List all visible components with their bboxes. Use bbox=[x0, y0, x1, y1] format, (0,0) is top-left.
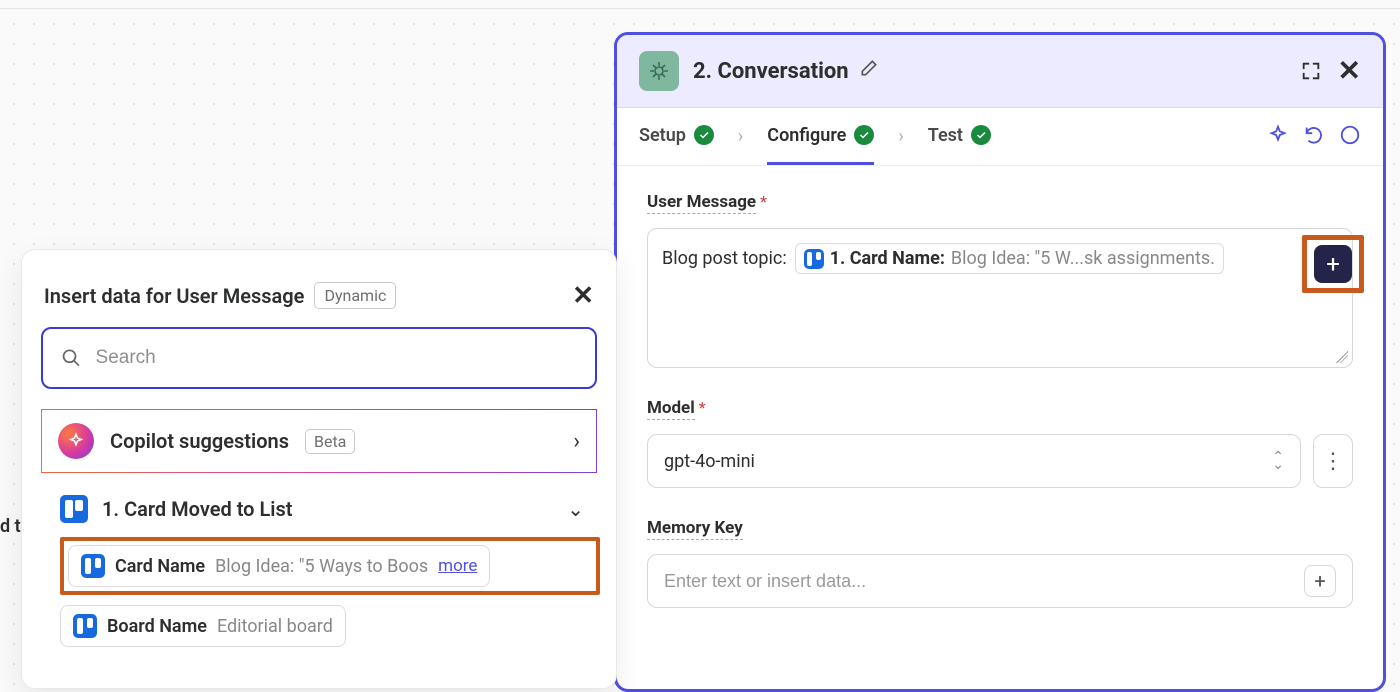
ai-sparkle-icon[interactable] bbox=[1267, 124, 1289, 150]
user-message-label: User Message bbox=[647, 192, 756, 214]
chevron-right-icon: › bbox=[573, 429, 580, 454]
dynamic-badge[interactable]: Dynamic bbox=[314, 282, 396, 309]
field-name: Board Name bbox=[107, 616, 207, 637]
rename-icon[interactable] bbox=[859, 58, 879, 84]
resize-handle[interactable] bbox=[1336, 351, 1348, 363]
config-title: 2. Conversation bbox=[693, 59, 849, 84]
search-input[interactable] bbox=[96, 347, 577, 369]
close-icon[interactable]: ✕ bbox=[1338, 62, 1361, 80]
field-chip-board-name[interactable]: Board Name Editorial board bbox=[60, 605, 346, 647]
trello-icon bbox=[60, 495, 88, 523]
copilot-sparkle-icon bbox=[58, 423, 94, 459]
chevron-down-icon: ⌄ bbox=[567, 497, 584, 521]
tab-test[interactable]: Test bbox=[928, 108, 991, 165]
chevron-right-icon: › bbox=[738, 126, 743, 147]
model-group: Model* gpt-4o-mini ⌃⌄ ⋮ bbox=[647, 398, 1353, 488]
config-tabs: Setup › Configure › Test bbox=[617, 108, 1383, 166]
field-name: Card Name bbox=[115, 556, 205, 577]
required-asterisk: * bbox=[760, 192, 767, 211]
insert-data-button[interactable]: + bbox=[1314, 245, 1352, 283]
copilot-suggestions-row[interactable]: Copilot suggestions Beta › bbox=[41, 409, 597, 473]
highlight-annotation: + bbox=[1302, 235, 1364, 293]
chevron-right-icon: › bbox=[898, 126, 903, 147]
truncated-canvas-text: d t bbox=[0, 516, 21, 537]
inserted-field-token[interactable]: 1. Card Name: Blog Idea: "5 W...sk assig… bbox=[795, 243, 1224, 274]
tab-setup[interactable]: Setup bbox=[639, 108, 714, 165]
memory-key-label: Memory Key bbox=[647, 518, 743, 540]
memory-key-group: Memory Key + bbox=[647, 518, 1353, 608]
insert-panel-title: Insert data for User Message bbox=[44, 284, 304, 308]
check-icon bbox=[694, 125, 714, 145]
user-message-input[interactable]: Blog post topic: 1. Card Name: Blog Idea… bbox=[647, 228, 1353, 368]
search-field-container[interactable] bbox=[41, 327, 597, 389]
step-config-panel: 2. Conversation ✕ Setup › Configure › Te… bbox=[614, 32, 1386, 692]
trello-icon bbox=[81, 554, 105, 578]
close-icon[interactable]: ✕ bbox=[572, 283, 594, 309]
insert-data-panel: Insert data for User Message Dynamic ✕ C… bbox=[21, 249, 617, 689]
model-options-button[interactable]: ⋮ bbox=[1313, 434, 1353, 488]
check-icon bbox=[971, 125, 991, 145]
user-message-group: User Message* Blog post topic: 1. Card N… bbox=[647, 192, 1353, 368]
model-select[interactable]: gpt-4o-mini ⌃⌄ bbox=[647, 434, 1301, 488]
trello-icon bbox=[804, 249, 824, 269]
tab-configure-label: Configure bbox=[767, 125, 846, 146]
copilot-label: Copilot suggestions bbox=[110, 429, 289, 453]
field-chip-card-name[interactable]: Card Name Blog Idea: "5 Ways to Boos mor… bbox=[68, 545, 490, 587]
data-source-row[interactable]: 1. Card Moved to List ⌄ bbox=[38, 487, 600, 537]
beta-badge: Beta bbox=[305, 429, 355, 454]
highlight-annotation: Card Name Blog Idea: "5 Ways to Boos mor… bbox=[60, 537, 600, 595]
config-header: 2. Conversation ✕ bbox=[617, 35, 1383, 108]
tab-test-label: Test bbox=[928, 125, 963, 146]
model-value: gpt-4o-mini bbox=[664, 451, 755, 472]
tab-configure[interactable]: Configure bbox=[767, 108, 874, 165]
check-icon bbox=[854, 125, 874, 145]
expand-icon[interactable] bbox=[1300, 60, 1322, 82]
circle-icon[interactable] bbox=[1339, 124, 1361, 150]
token-label: 1. Card Name: bbox=[830, 248, 945, 269]
required-asterisk: * bbox=[699, 398, 706, 417]
model-label: Model bbox=[647, 398, 695, 420]
memory-key-input[interactable] bbox=[664, 571, 1269, 592]
updown-icon: ⌃⌄ bbox=[1272, 453, 1284, 469]
field-value: Blog Idea: "5 Ways to Boos bbox=[215, 556, 428, 577]
insert-data-button[interactable]: + bbox=[1304, 565, 1336, 597]
field-value: Editorial board bbox=[217, 616, 333, 637]
user-message-prefix: Blog post topic: bbox=[662, 248, 787, 269]
token-value: Blog Idea: "5 W...sk assignments. bbox=[951, 248, 1215, 269]
tab-setup-label: Setup bbox=[639, 125, 686, 146]
data-source-title: 1. Card Moved to List bbox=[102, 497, 553, 521]
undo-icon[interactable] bbox=[1303, 124, 1325, 150]
trello-icon bbox=[73, 614, 97, 638]
more-link[interactable]: more bbox=[438, 556, 477, 576]
openai-icon bbox=[639, 51, 679, 91]
search-icon bbox=[61, 347, 82, 369]
